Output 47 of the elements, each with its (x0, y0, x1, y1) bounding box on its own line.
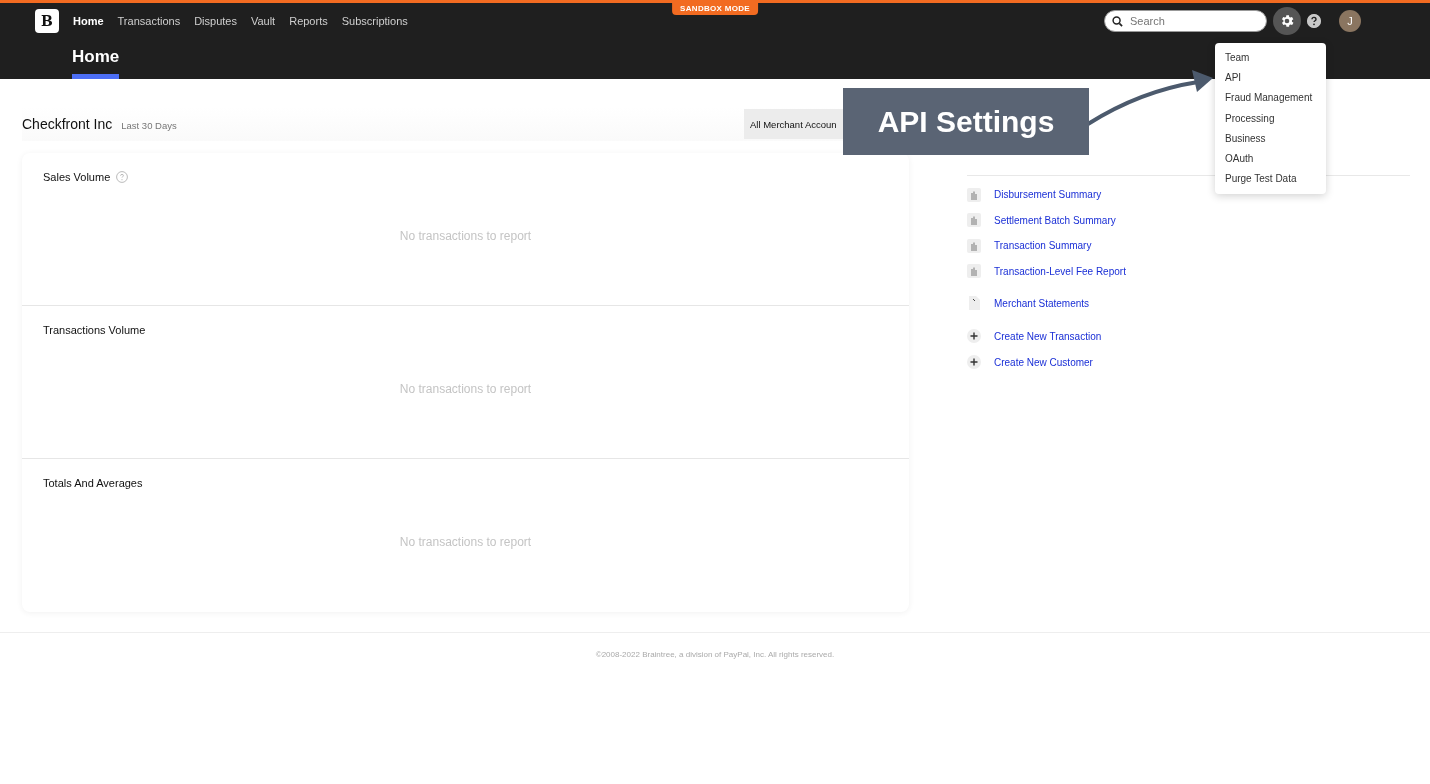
menu-item[interactable]: Business (1215, 128, 1326, 149)
quick-action-link[interactable]: Create New Customer (994, 356, 1093, 368)
nav-link[interactable]: Home (73, 15, 104, 27)
plus-icon (967, 329, 981, 343)
sandbox-mode-badge: SANDBOX MODE (672, 3, 758, 15)
callout-label: API Settings (843, 88, 1089, 155)
menu-item[interactable]: Purge Test Data (1215, 169, 1326, 190)
menu-item[interactable]: Processing (1215, 108, 1326, 129)
copyright-text: ©2008-2022 Braintree, a division of PayPal, Inc. All rights reserved. (595, 650, 835, 659)
empty-message: No transactions to report (399, 382, 532, 396)
quick-action-link[interactable]: Disbursement Summary (994, 189, 1102, 201)
nav-link[interactable]: Reports (289, 15, 328, 27)
panel-title: Sales Volume (43, 171, 111, 183)
quick-action-link[interactable]: Settlement Batch Summary (994, 214, 1116, 226)
empty-message: No transactions to report (399, 229, 532, 243)
page-title: Home (72, 39, 120, 79)
report-icon (967, 213, 981, 228)
report-icon (967, 264, 981, 279)
date-range: Last 30 Days (121, 120, 177, 131)
search-icon (1112, 15, 1123, 27)
merchant-account-dropdown[interactable]: All Merchant Accoun (744, 109, 843, 139)
menu-item[interactable]: OAuth (1215, 148, 1326, 170)
report-icon (967, 187, 981, 202)
quick-action-link[interactable]: Merchant Statements (994, 297, 1090, 309)
braintree-logo[interactable]: B (35, 9, 59, 33)
plus-icon (967, 355, 981, 369)
account-name: Checkfront Inc (22, 116, 113, 132)
quick-action-link[interactable]: Transaction-Level Fee Report (994, 265, 1126, 277)
document-icon (967, 296, 981, 310)
user-avatar[interactable]: J (1339, 10, 1361, 32)
nav-link[interactable]: Vault (250, 15, 276, 27)
report-icon (967, 238, 981, 253)
settings-button[interactable] (1273, 7, 1301, 35)
panel-title: Transactions Volume (43, 324, 146, 336)
nav-link[interactable]: Transactions (117, 15, 181, 27)
settings-icon (1279, 13, 1295, 29)
search-field[interactable]: Search (1104, 10, 1267, 32)
empty-message: No transactions to report (399, 535, 532, 549)
nav-link[interactable]: Disputes (194, 15, 237, 27)
menu-item[interactable]: API (1215, 68, 1326, 89)
nav-link[interactable]: Subscriptions (341, 15, 408, 27)
menu-item[interactable]: Fraud Management (1215, 88, 1326, 109)
quick-action-link[interactable]: Transaction Summary (994, 240, 1092, 252)
quick-action-link[interactable]: Create New Transaction (994, 330, 1102, 342)
help-icon[interactable] (1307, 14, 1321, 28)
menu-item[interactable]: Team (1215, 48, 1326, 69)
panel-title: Totals And Averages (43, 477, 143, 489)
